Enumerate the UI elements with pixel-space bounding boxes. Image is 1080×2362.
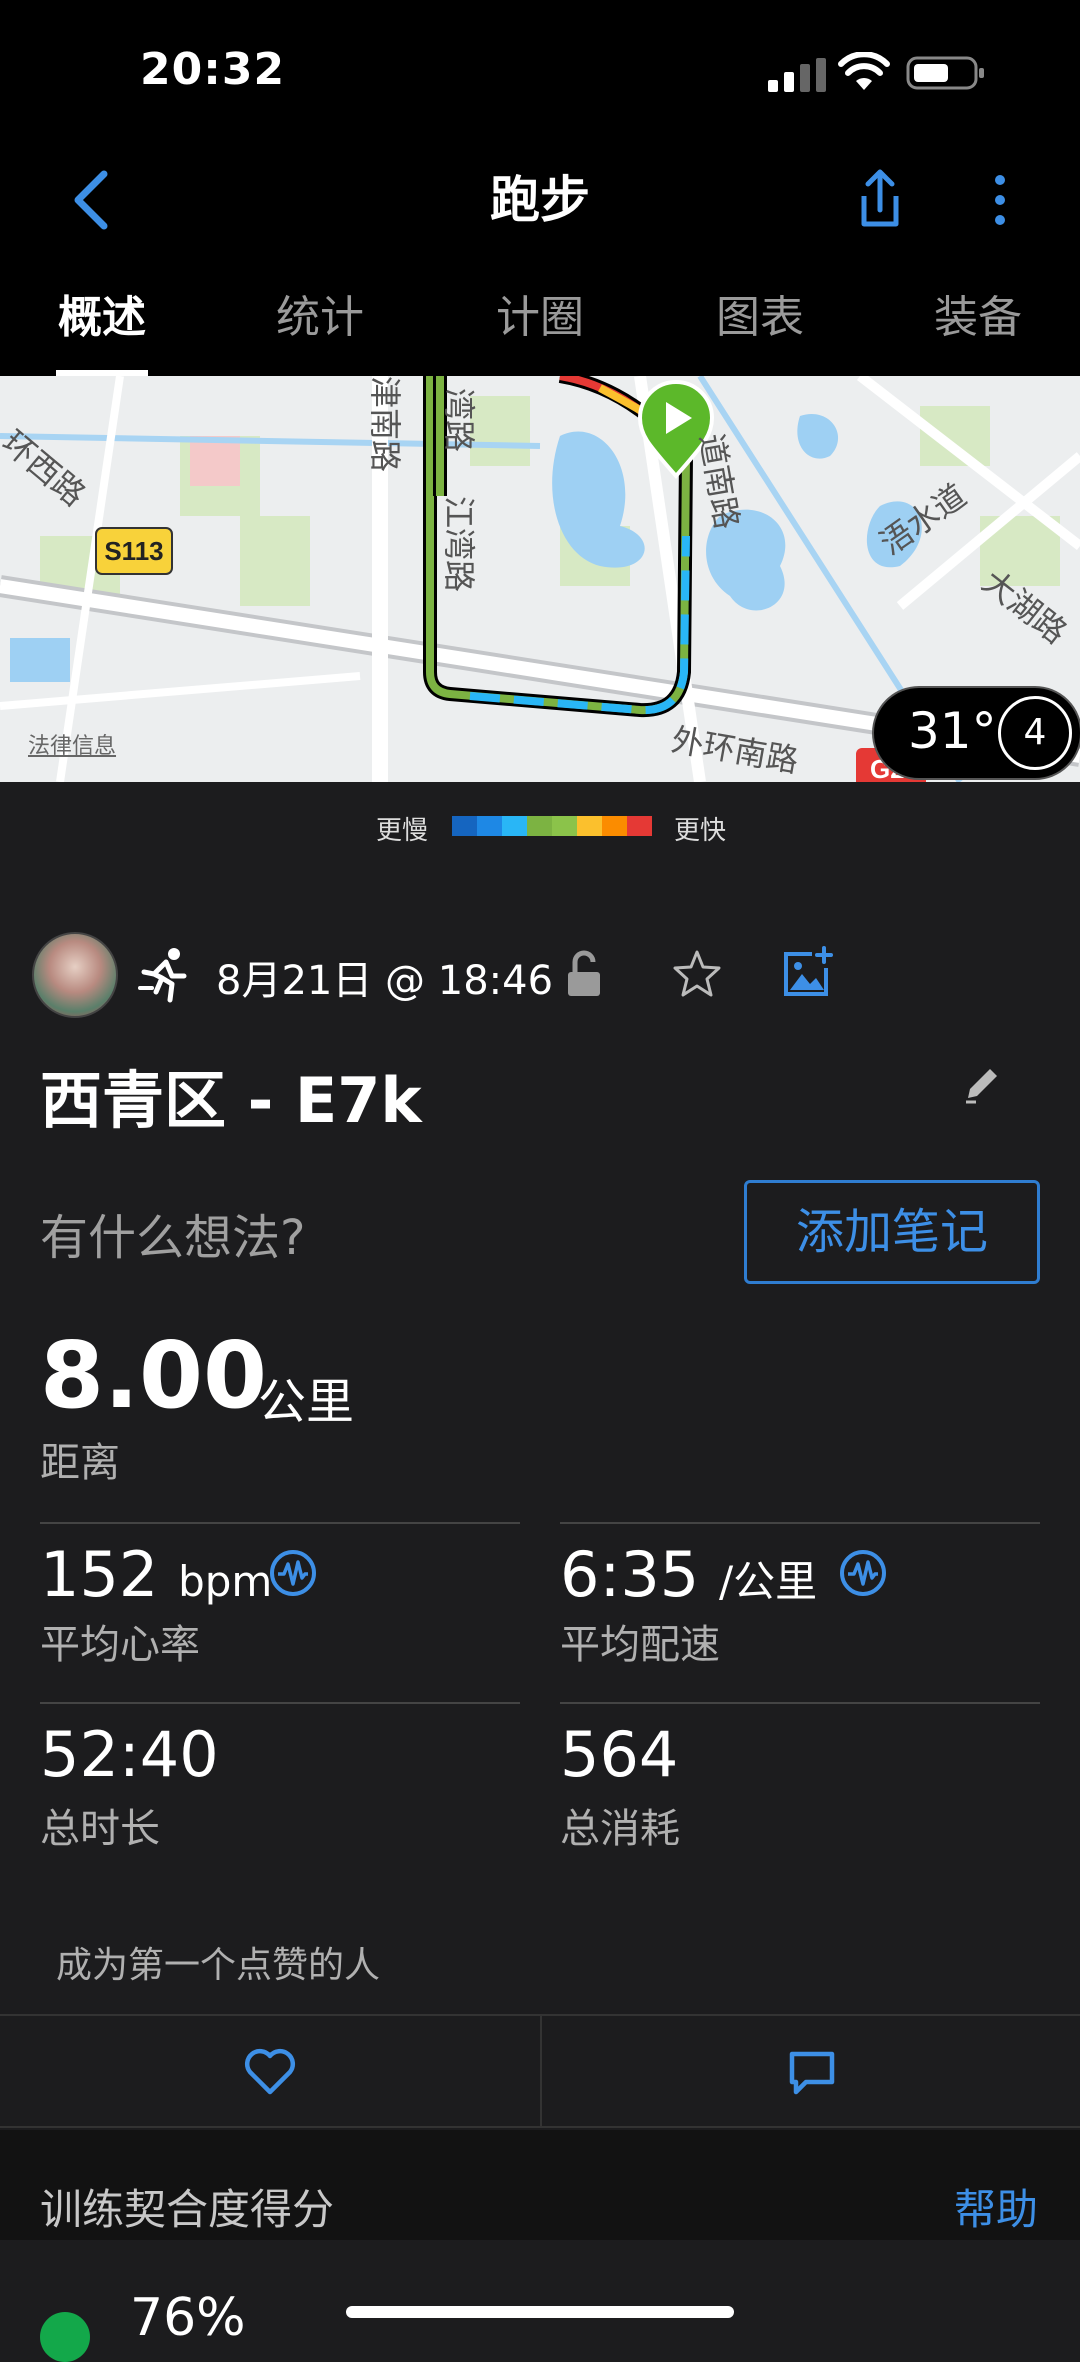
map-label-wanlu: 湾路 [440, 388, 478, 452]
social-action-row [0, 2014, 1080, 2128]
tab-laps[interactable]: 计圈 [494, 278, 586, 376]
unlock-icon[interactable] [566, 950, 602, 998]
pace-color-scale [452, 816, 652, 836]
pace-label: 平均配速 [560, 1622, 720, 1668]
wind-speed-icon: 4 [998, 696, 1072, 770]
activity-meta-row: 8月21日 @ 18:46 [0, 920, 1080, 1030]
score-status-dot [40, 2312, 90, 2362]
map-road-s113: S113 [104, 536, 163, 566]
pace-color-swatch [627, 816, 652, 836]
duration-value: 52:40 [40, 1718, 219, 1791]
tab-charts[interactable]: 图表 [714, 278, 806, 376]
pace-color-swatch [602, 816, 627, 836]
edit-pencil-icon[interactable] [960, 1062, 1004, 1106]
pace-color-swatch [452, 816, 477, 836]
divider [560, 1522, 1040, 1524]
pace-wave-icon[interactable] [838, 1548, 888, 1598]
heart-rate-unit: bpm [178, 1557, 273, 1606]
cellular-signal-icon [768, 58, 826, 92]
heart-icon [244, 2048, 296, 2095]
route-map[interactable]: S113 G2 津南路 湾路 江湾路 道南路 外环南路 环西路 浯水道 大湖路 … [0, 376, 1080, 782]
share-icon[interactable] [850, 160, 910, 240]
heart-rate-label: 平均心率 [40, 1622, 200, 1668]
home-indicator[interactable] [346, 2306, 734, 2318]
map-label-jiangwan: 江湾路 [440, 496, 478, 592]
training-score-title: 训练契合度得分 [40, 2185, 335, 2234]
pace-number: 6:35 [560, 1538, 700, 1611]
duration-label: 总时长 [40, 1806, 160, 1852]
heart-rate-wave-icon[interactable] [268, 1548, 318, 1598]
avatar[interactable] [32, 932, 118, 1018]
status-bar: 20:32 [0, 0, 1080, 140]
more-vertical-icon[interactable] [980, 160, 1020, 240]
tab-overview[interactable]: 概述 [56, 278, 148, 376]
distance-label: 距离 [40, 1440, 120, 1486]
comment-button[interactable] [540, 2016, 1080, 2128]
navigation-bar: 跑步 [0, 140, 1080, 260]
distance-value: 8.00 [40, 1322, 267, 1429]
map-label-jinnan: 津南路 [366, 376, 404, 472]
training-score-value: 76% [130, 2288, 246, 2348]
pace-slow-label: 更慢 [376, 816, 429, 846]
tab-bar: 概述 统计 计圈 图表 装备 [0, 270, 1080, 376]
pace-color-swatch [552, 816, 577, 836]
pace-value: 6:35 /公里 [560, 1538, 817, 1611]
pace-legend: 更慢 更快 [0, 782, 1080, 872]
add-photo-icon[interactable] [780, 946, 834, 1000]
weather-badge: 31° 4 [872, 686, 1080, 780]
activity-date: 8月21日 @ 18:46 [216, 958, 554, 1004]
star-icon[interactable] [672, 948, 722, 998]
help-link[interactable]: 帮助 [954, 2176, 1038, 2237]
pace-unit: /公里 [718, 1557, 818, 1606]
divider [560, 1702, 1040, 1704]
heart-rate-number: 152 [40, 1538, 159, 1611]
tab-stats[interactable]: 统计 [274, 278, 366, 376]
calories-label: 总消耗 [560, 1806, 680, 1852]
status-time: 20:32 [140, 44, 286, 95]
heart-rate-value: 152 bpm [40, 1538, 272, 1611]
like-button[interactable] [0, 2016, 540, 2128]
pace-color-swatch [577, 816, 602, 836]
calories-value: 564 [560, 1718, 679, 1791]
comment-icon [789, 2051, 835, 2095]
distance-unit: 公里 [258, 1374, 355, 1430]
wifi-icon [838, 52, 890, 90]
tab-gear[interactable]: 装备 [932, 278, 1024, 376]
add-note-button[interactable]: 添加笔记 [744, 1180, 1040, 1284]
temperature-value: 31° [908, 702, 997, 760]
map-legal-link[interactable]: 法律信息 [28, 728, 116, 760]
pace-color-swatch [477, 816, 502, 836]
pace-fast-label: 更快 [674, 816, 727, 846]
thought-prompt[interactable]: 有什么想法? [40, 1198, 305, 1268]
activity-name: 西青区 - E7k [40, 1064, 422, 1137]
pace-color-swatch [502, 816, 527, 836]
pace-color-swatch [527, 816, 552, 836]
divider [40, 1702, 520, 1704]
running-icon [138, 948, 187, 1003]
divider [40, 1522, 520, 1524]
battery-icon [906, 56, 984, 90]
like-prompt: 成为第一个点赞的人 [56, 1945, 381, 1986]
page-title: 跑步 [490, 171, 590, 229]
